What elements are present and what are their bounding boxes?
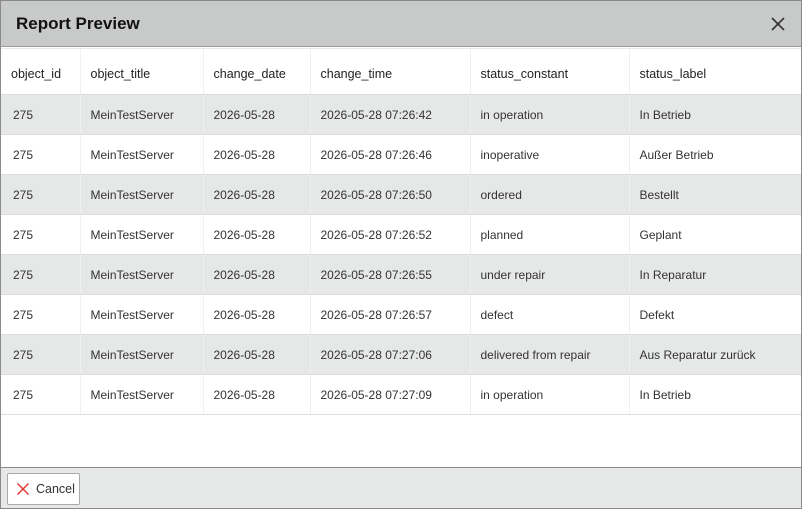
cell-status-constant: in operation xyxy=(469,94,629,135)
cell-object-id: 275 xyxy=(1,214,80,255)
cell-object-title: MeinTestServer xyxy=(79,254,203,295)
cell-change-time: 2026-05-28 07:26:46 xyxy=(309,134,470,175)
cell-change-time: 2026-05-28 07:27:09 xyxy=(309,374,470,415)
cell-object-id: 275 xyxy=(1,254,80,295)
cell-status-label: Geplant xyxy=(628,214,801,255)
dialog-body: object_id object_title change_date chang… xyxy=(1,48,801,467)
column-header-object-id[interactable]: object_id xyxy=(1,48,80,95)
cell-change-date: 2026-05-28 xyxy=(202,134,310,175)
cell-status-constant: under repair xyxy=(469,254,629,295)
close-button[interactable] xyxy=(765,11,791,37)
cell-object-title: MeinTestServer xyxy=(79,294,203,335)
cell-change-time: 2026-05-28 07:27:06 xyxy=(309,334,470,375)
cell-status-label: Außer Betrieb xyxy=(628,134,801,175)
cell-change-date: 2026-05-28 xyxy=(202,374,310,415)
cancel-x-icon xyxy=(16,482,30,496)
table-row[interactable]: 275 MeinTestServer 2026-05-28 2026-05-28… xyxy=(1,334,801,375)
cell-object-title: MeinTestServer xyxy=(79,174,203,215)
cell-object-title: MeinTestServer xyxy=(79,94,203,135)
cell-status-label: In Reparatur xyxy=(628,254,801,295)
cell-status-constant: inoperative xyxy=(469,134,629,175)
cell-change-time: 2026-05-28 07:26:50 xyxy=(309,174,470,215)
table-row[interactable]: 275 MeinTestServer 2026-05-28 2026-05-28… xyxy=(1,174,801,215)
cell-object-title: MeinTestServer xyxy=(79,334,203,375)
cell-object-id: 275 xyxy=(1,334,80,375)
cell-status-label: In Betrieb xyxy=(628,374,801,415)
cell-status-label: Bestellt xyxy=(628,174,801,215)
column-header-status-constant[interactable]: status_constant xyxy=(469,48,629,95)
cell-status-constant: defect xyxy=(469,294,629,335)
cancel-button[interactable]: Cancel xyxy=(7,473,80,505)
cell-object-id: 275 xyxy=(1,374,80,415)
cell-object-title: MeinTestServer xyxy=(79,374,203,415)
cancel-button-label: Cancel xyxy=(36,482,75,496)
cell-status-constant: ordered xyxy=(469,174,629,215)
cell-change-date: 2026-05-28 xyxy=(202,254,310,295)
cell-object-title: MeinTestServer xyxy=(79,214,203,255)
column-header-change-time[interactable]: change_time xyxy=(309,48,470,95)
cell-change-date: 2026-05-28 xyxy=(202,214,310,255)
table-row[interactable]: 275 MeinTestServer 2026-05-28 2026-05-28… xyxy=(1,374,801,415)
cell-object-id: 275 xyxy=(1,94,80,135)
cell-change-date: 2026-05-28 xyxy=(202,294,310,335)
dialog-header: Report Preview xyxy=(1,1,801,47)
table-header-row: object_id object_title change_date chang… xyxy=(1,48,801,95)
cell-change-date: 2026-05-28 xyxy=(202,174,310,215)
cell-change-time: 2026-05-28 07:26:52 xyxy=(309,214,470,255)
cell-status-constant: delivered from repair xyxy=(469,334,629,375)
table-row[interactable]: 275 MeinTestServer 2026-05-28 2026-05-28… xyxy=(1,294,801,335)
cell-change-time: 2026-05-28 07:26:57 xyxy=(309,294,470,335)
table-row[interactable]: 275 MeinTestServer 2026-05-28 2026-05-28… xyxy=(1,94,801,135)
dialog-footer: Cancel xyxy=(1,467,801,508)
cell-object-id: 275 xyxy=(1,294,80,335)
cell-status-label: Aus Reparatur zurück xyxy=(628,334,801,375)
cell-change-time: 2026-05-28 07:26:42 xyxy=(309,94,470,135)
cell-status-label: Defekt xyxy=(628,294,801,335)
report-preview-dialog: Report Preview object_id object_title ch… xyxy=(0,0,802,509)
column-header-change-date[interactable]: change_date xyxy=(202,48,310,95)
cell-object-id: 275 xyxy=(1,174,80,215)
cell-status-constant: planned xyxy=(469,214,629,255)
cell-status-constant: in operation xyxy=(469,374,629,415)
cell-change-date: 2026-05-28 xyxy=(202,334,310,375)
table-row[interactable]: 275 MeinTestServer 2026-05-28 2026-05-28… xyxy=(1,254,801,295)
column-header-status-label[interactable]: status_label xyxy=(628,48,801,95)
dialog-title: Report Preview xyxy=(16,14,140,33)
table-row[interactable]: 275 MeinTestServer 2026-05-28 2026-05-28… xyxy=(1,214,801,255)
column-header-object-title[interactable]: object_title xyxy=(79,48,203,95)
report-table: object_id object_title change_date chang… xyxy=(1,48,801,415)
table-row[interactable]: 275 MeinTestServer 2026-05-28 2026-05-28… xyxy=(1,134,801,175)
cell-change-date: 2026-05-28 xyxy=(202,94,310,135)
cell-object-title: MeinTestServer xyxy=(79,134,203,175)
close-icon xyxy=(771,17,785,31)
cell-change-time: 2026-05-28 07:26:55 xyxy=(309,254,470,295)
cell-object-id: 275 xyxy=(1,134,80,175)
cell-status-label: In Betrieb xyxy=(628,94,801,135)
